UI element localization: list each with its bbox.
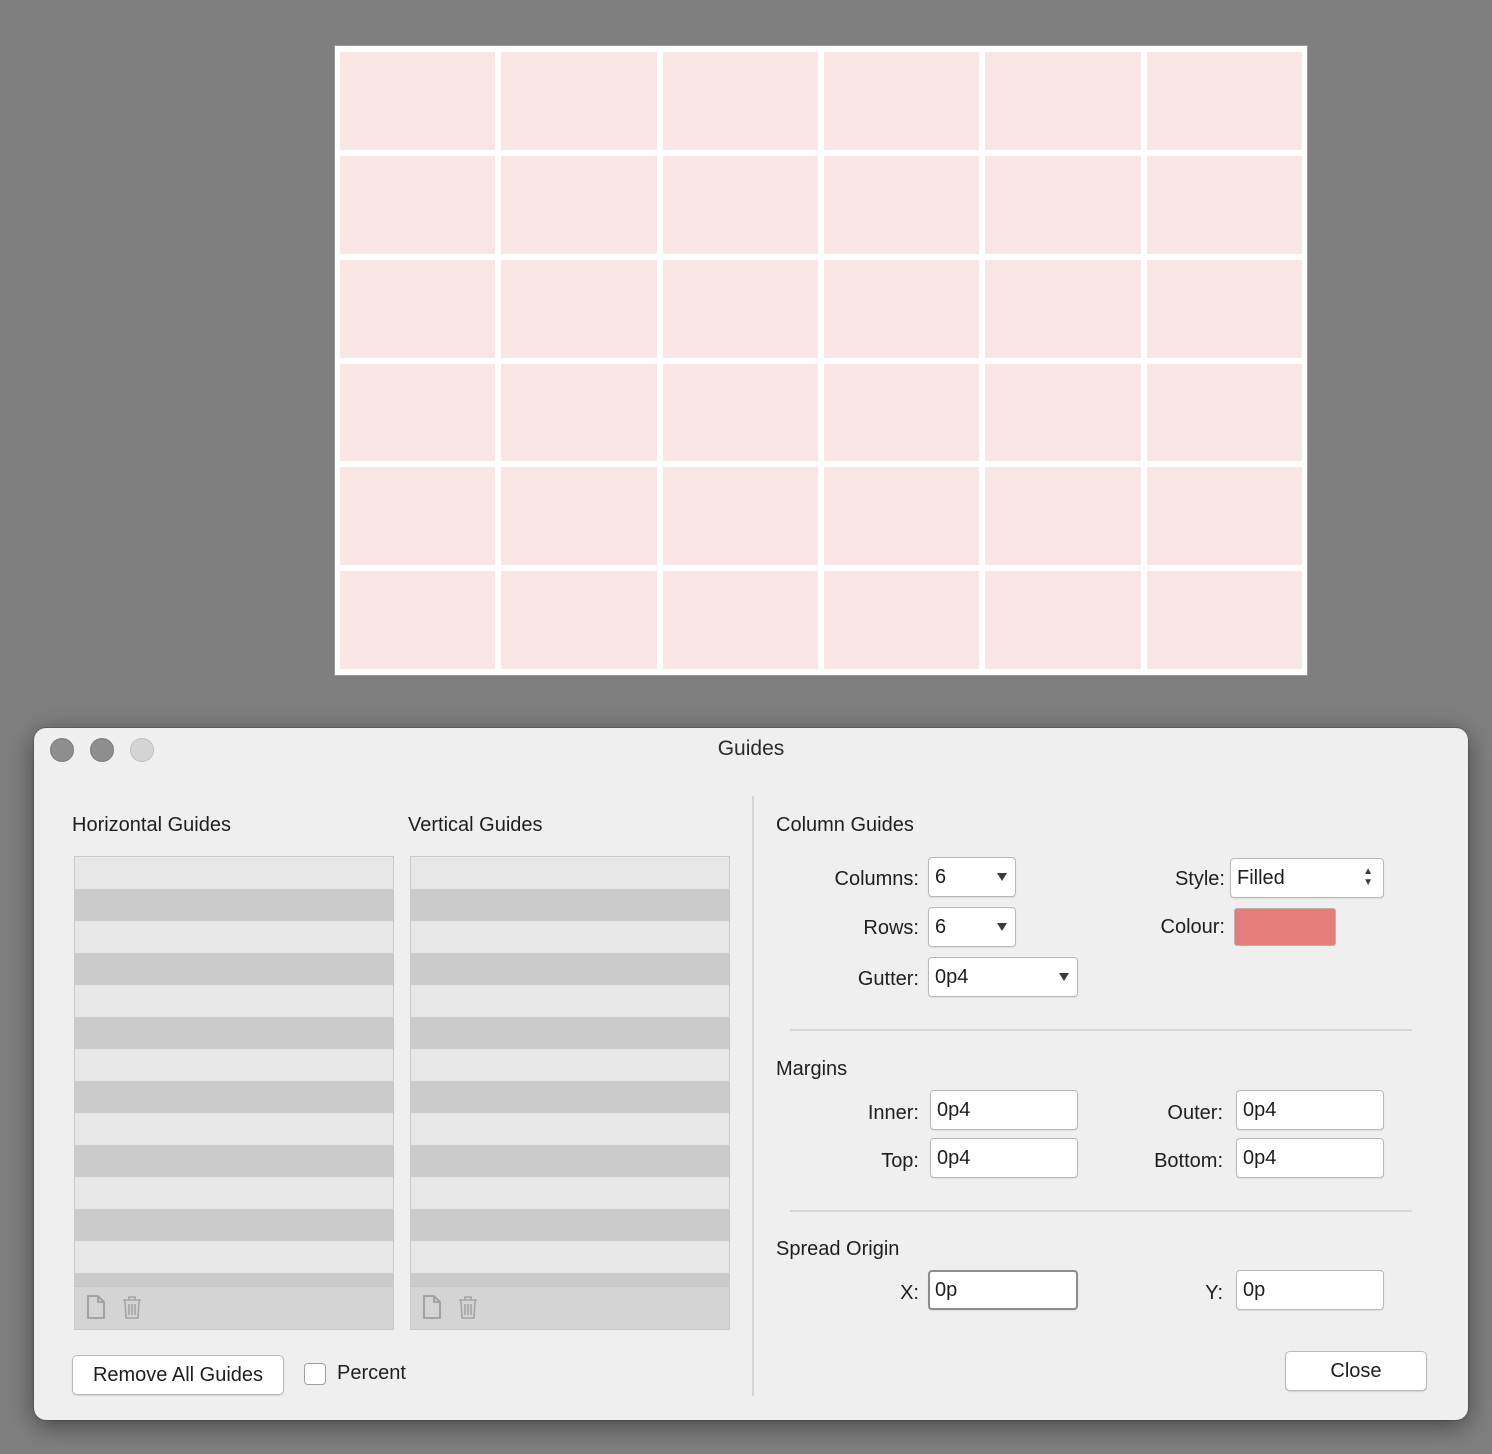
style-select[interactable]: Filled ▲ ▼ [1230, 858, 1384, 898]
guide-cell [985, 155, 1141, 254]
guide-cell [340, 571, 496, 669]
trash-icon[interactable] [121, 1295, 143, 1319]
dialog-title: Guides [717, 737, 785, 760]
guide-cell [1146, 571, 1302, 669]
document-page [334, 45, 1308, 676]
guide-cell [823, 363, 980, 462]
stepper-arrows-icon: ▲ ▼ [1363, 866, 1373, 888]
guide-cell [501, 363, 657, 462]
top-margin-input[interactable]: 0p4 [930, 1138, 1078, 1178]
colour-label: Colour: [1160, 916, 1225, 938]
guide-cell [662, 52, 818, 150]
gutter-label: Gutter: [857, 968, 919, 990]
bottom-label: Bottom: [1154, 1150, 1223, 1172]
guide-cell [985, 363, 1141, 462]
x-label: X: [900, 1282, 919, 1304]
style-label: Style: [1174, 868, 1225, 890]
guide-cell [823, 155, 980, 254]
guide-cell [501, 571, 657, 669]
guide-cell [662, 571, 818, 669]
guide-cell [340, 467, 496, 566]
guide-cell [662, 155, 818, 254]
guide-cell [340, 52, 496, 150]
vertical-guides-toolbar [411, 1286, 729, 1329]
guide-cell [985, 571, 1141, 669]
origin-x-input[interactable]: 0p [928, 1270, 1078, 1310]
new-page-icon[interactable] [85, 1295, 107, 1319]
rows-label: Rows: [863, 917, 919, 939]
percent-label: Percent [337, 1362, 406, 1384]
guide-cell [1146, 52, 1302, 150]
percent-checkbox[interactable] [304, 1363, 326, 1385]
bottom-margin-input[interactable]: 0p4 [1236, 1138, 1384, 1178]
new-page-icon[interactable] [421, 1295, 443, 1319]
panel-divider [752, 796, 754, 1396]
outer-margin-input[interactable]: 0p4 [1236, 1090, 1384, 1130]
origin-y-input[interactable]: 0p [1236, 1270, 1384, 1310]
vertical-guides-list[interactable] [410, 856, 730, 1330]
spread-origin-heading: Spread Origin [776, 1238, 900, 1260]
guide-cell [501, 52, 657, 150]
close-button[interactable]: Close [1285, 1351, 1427, 1391]
guide-cell [662, 467, 818, 566]
remove-all-guides-button[interactable]: Remove All Guides [72, 1355, 284, 1395]
guide-cell [340, 363, 496, 462]
chevron-down-icon [1059, 973, 1069, 981]
vertical-guides-label: Vertical Guides [408, 814, 543, 836]
top-label: Top: [881, 1150, 919, 1172]
guide-cell [985, 259, 1141, 358]
column-guide-grid [340, 52, 1302, 669]
horizontal-guides-toolbar [75, 1286, 393, 1329]
guide-cell [985, 52, 1141, 150]
guide-cell [823, 52, 980, 150]
guide-cell [662, 363, 818, 462]
guide-cell [1146, 467, 1302, 566]
inner-margin-input[interactable]: 0p4 [930, 1090, 1078, 1130]
guides-dialog: Guides Horizontal Guides Vertical Guides… [34, 728, 1468, 1420]
columns-dropdown[interactable]: 6 [928, 857, 1016, 897]
guide-cell [823, 467, 980, 566]
guide-cell [501, 259, 657, 358]
guide-cell [501, 467, 657, 566]
guide-cell [985, 467, 1141, 566]
horizontal-guides-list[interactable] [74, 856, 394, 1330]
guide-cell [340, 259, 496, 358]
trash-icon[interactable] [457, 1295, 479, 1319]
colour-swatch[interactable] [1234, 908, 1336, 946]
outer-label: Outer: [1167, 1102, 1223, 1124]
margins-heading: Margins [776, 1058, 848, 1080]
guide-cell [1146, 259, 1302, 358]
guide-cell [662, 259, 818, 358]
guide-cell [823, 259, 980, 358]
guide-cell [823, 571, 980, 669]
guide-cell [501, 155, 657, 254]
horizontal-guides-label: Horizontal Guides [72, 814, 231, 836]
section-divider [790, 1029, 1412, 1031]
rows-dropdown[interactable]: 6 [928, 907, 1016, 947]
y-label: Y: [1205, 1282, 1223, 1304]
column-guides-heading: Column Guides [776, 814, 914, 836]
guide-cell [340, 155, 496, 254]
chevron-down-icon [997, 873, 1007, 881]
guide-cell [1146, 155, 1302, 254]
guide-cell [1146, 363, 1302, 462]
gutter-dropdown[interactable]: 0p4 [928, 957, 1078, 997]
chevron-down-icon [997, 923, 1007, 931]
section-divider [790, 1210, 1412, 1212]
columns-label: Columns: [834, 868, 919, 890]
inner-label: Inner: [867, 1102, 919, 1124]
